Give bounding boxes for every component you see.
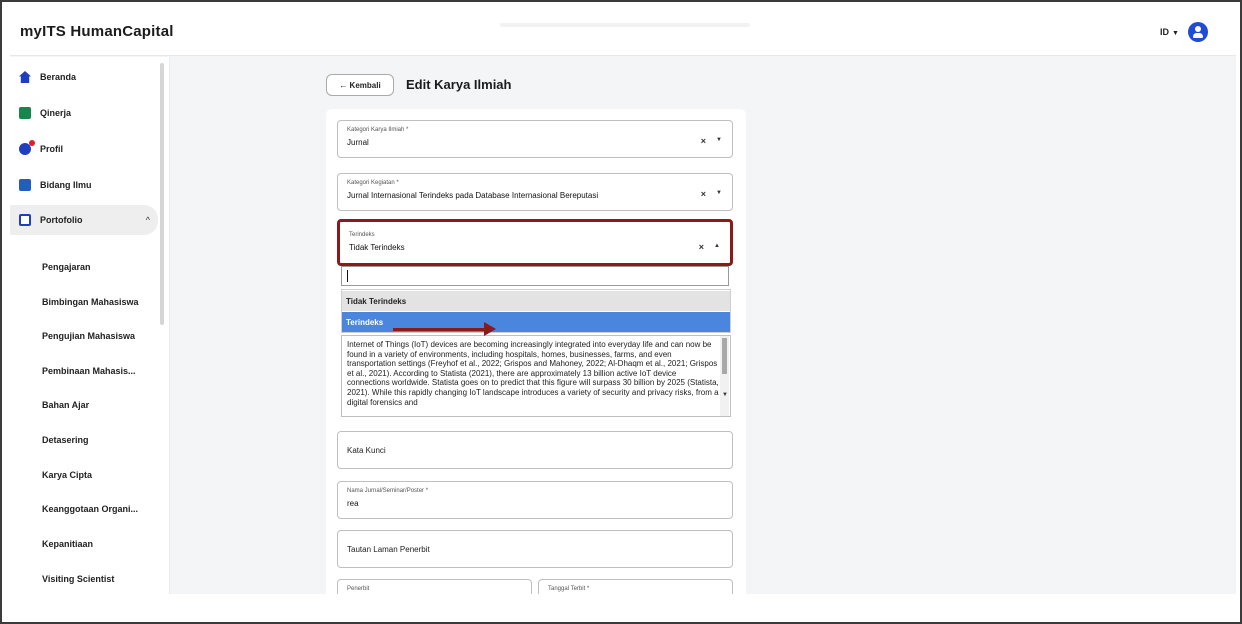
clear-icon[interactable]: × bbox=[699, 242, 704, 252]
scroll-down-icon[interactable]: ▼ bbox=[722, 392, 728, 398]
clear-icon[interactable]: × bbox=[701, 136, 706, 146]
book-icon bbox=[19, 179, 31, 191]
field-label: Penerbit bbox=[347, 586, 370, 592]
caret-down-icon[interactable]: ▼ bbox=[716, 137, 722, 143]
language-selector[interactable]: ID ▼ bbox=[1160, 27, 1179, 37]
language-label: ID bbox=[1160, 27, 1169, 37]
back-button[interactable]: ← Kembali bbox=[326, 74, 394, 96]
sidebar-item-label: Bidang Ilmu bbox=[40, 180, 92, 190]
sidebar-subitem-pembinaan[interactable]: Pembinaan Mahasis... bbox=[42, 366, 136, 376]
sidebar-scrollbar[interactable] bbox=[160, 63, 164, 325]
caret-down-icon[interactable]: ▼ bbox=[716, 190, 722, 196]
sidebar-item-label: Profil bbox=[40, 144, 64, 154]
sidebar-subitem-kepanitiaan[interactable]: Kepanitiaan bbox=[42, 539, 93, 549]
text-cursor bbox=[347, 270, 348, 282]
clear-icon[interactable]: × bbox=[701, 189, 706, 199]
user-avatar-icon[interactable] bbox=[1188, 22, 1208, 42]
textarea-scrollbar[interactable]: ▼ bbox=[720, 336, 729, 416]
field-label: Terindeks bbox=[349, 232, 375, 238]
field-label: Tanggal Terbit * bbox=[548, 586, 590, 592]
field-label: Kategori Kegiatan * bbox=[347, 180, 399, 186]
sidebar-subitem-bimbingan[interactable]: Bimbingan Mahasiswa bbox=[42, 297, 139, 307]
brand-logo[interactable]: myITS HumanCapital bbox=[20, 23, 174, 40]
top-bar: myITS HumanCapital ID ▼ bbox=[10, 10, 1236, 56]
form-card: Kategori Karya Ilmiah * Jurnal × ▼ Kateg… bbox=[326, 109, 746, 594]
field-placeholder: Tautan Laman Penerbit bbox=[347, 545, 430, 554]
qinerja-icon bbox=[19, 107, 31, 119]
sidebar-item-portofolio[interactable]: Portofolio ^ bbox=[10, 205, 158, 235]
abstract-textarea[interactable]: Internet of Things (IoT) devices are bec… bbox=[341, 335, 731, 417]
portfolio-icon bbox=[19, 214, 31, 226]
app-window: myITS HumanCapital ID ▼ Beranda Qinerja P… bbox=[10, 10, 1236, 594]
field-value: rea bbox=[347, 499, 359, 508]
caret-up-icon[interactable]: ▲ bbox=[714, 243, 720, 249]
field-value: Jurnal Internasional Terindeks pada Data… bbox=[347, 191, 599, 200]
main-content: ← Kembali Edit Karya Ilmiah Kategori Kar… bbox=[171, 57, 1236, 594]
kategori-kegiatan-select[interactable]: Kategori Kegiatan * Jurnal Internasional… bbox=[337, 173, 733, 211]
sidebar-item-label: Beranda bbox=[40, 72, 77, 82]
nama-jurnal-input[interactable]: Nama Jurnal/Seminar/Poster * rea bbox=[337, 481, 733, 519]
top-shadow bbox=[500, 23, 750, 27]
field-label: Kategori Karya Ilmiah * bbox=[347, 127, 409, 133]
screenshot-frame: myITS HumanCapital ID ▼ Beranda Qinerja P… bbox=[0, 0, 1242, 624]
sidebar-subitem-bahan-ajar[interactable]: Bahan Ajar bbox=[42, 400, 89, 410]
sidebar-subitem-karya-cipta[interactable]: Karya Cipta bbox=[42, 470, 92, 480]
sidebar-item-qinerja[interactable]: Qinerja bbox=[10, 99, 158, 127]
terindeks-select[interactable]: Terindeks Tidak Terindeks × ▲ bbox=[337, 219, 733, 266]
field-value: Tidak Terindeks bbox=[349, 243, 405, 252]
field-placeholder: Kata Kunci bbox=[347, 446, 386, 455]
profile-icon bbox=[19, 140, 35, 155]
dropdown-options: Tidak Terindeks Terindeks bbox=[341, 289, 731, 333]
dropdown-search-input[interactable] bbox=[341, 266, 729, 286]
kategori-karya-select[interactable]: Kategori Karya Ilmiah * Jurnal × ▼ bbox=[337, 120, 733, 158]
sidebar-item-bidang-ilmu[interactable]: Bidang Ilmu bbox=[10, 171, 158, 199]
sidebar-subitem-pengajaran[interactable]: Pengajaran bbox=[42, 262, 91, 272]
sidebar-item-label: Portofolio bbox=[40, 215, 83, 225]
home-icon bbox=[19, 71, 31, 83]
annotation-arrow-line bbox=[393, 328, 489, 331]
annotation-arrow-head bbox=[484, 322, 496, 336]
sidebar-subitem-detasering[interactable]: Detasering bbox=[42, 435, 89, 445]
chevron-up-icon: ^ bbox=[145, 215, 150, 225]
tautan-laman-input[interactable]: Tautan Laman Penerbit bbox=[337, 530, 733, 568]
scrollbar-thumb[interactable] bbox=[722, 338, 727, 374]
tanggal-terbit-input[interactable]: Tanggal Terbit * bbox=[538, 579, 733, 594]
page-title: Edit Karya Ilmiah bbox=[406, 77, 512, 92]
abstract-text: Internet of Things (IoT) devices are bec… bbox=[347, 340, 719, 407]
kata-kunci-input[interactable]: Kata Kunci bbox=[337, 431, 733, 469]
sidebar-subitem-visiting-scientist[interactable]: Visiting Scientist bbox=[42, 574, 114, 584]
sidebar-item-label: Qinerja bbox=[40, 108, 72, 118]
field-label: Nama Jurnal/Seminar/Poster * bbox=[347, 488, 429, 494]
sidebar-item-beranda[interactable]: Beranda bbox=[10, 63, 158, 91]
field-value: Jurnal bbox=[347, 138, 369, 147]
sidebar-subitem-keanggotaan[interactable]: Keanggotaan Organi... bbox=[42, 504, 138, 514]
penerbit-input[interactable]: Penerbit bbox=[337, 579, 532, 594]
dropdown-option[interactable]: Tidak Terindeks bbox=[342, 291, 730, 311]
sidebar-item-profil[interactable]: Profil bbox=[10, 135, 158, 163]
sidebar: Beranda Qinerja Profil Bidang Ilmu Porto… bbox=[10, 57, 170, 594]
caret-down-icon: ▼ bbox=[1172, 30, 1179, 37]
sidebar-subitem-pengujian[interactable]: Pengujian Mahasiswa bbox=[42, 331, 135, 341]
